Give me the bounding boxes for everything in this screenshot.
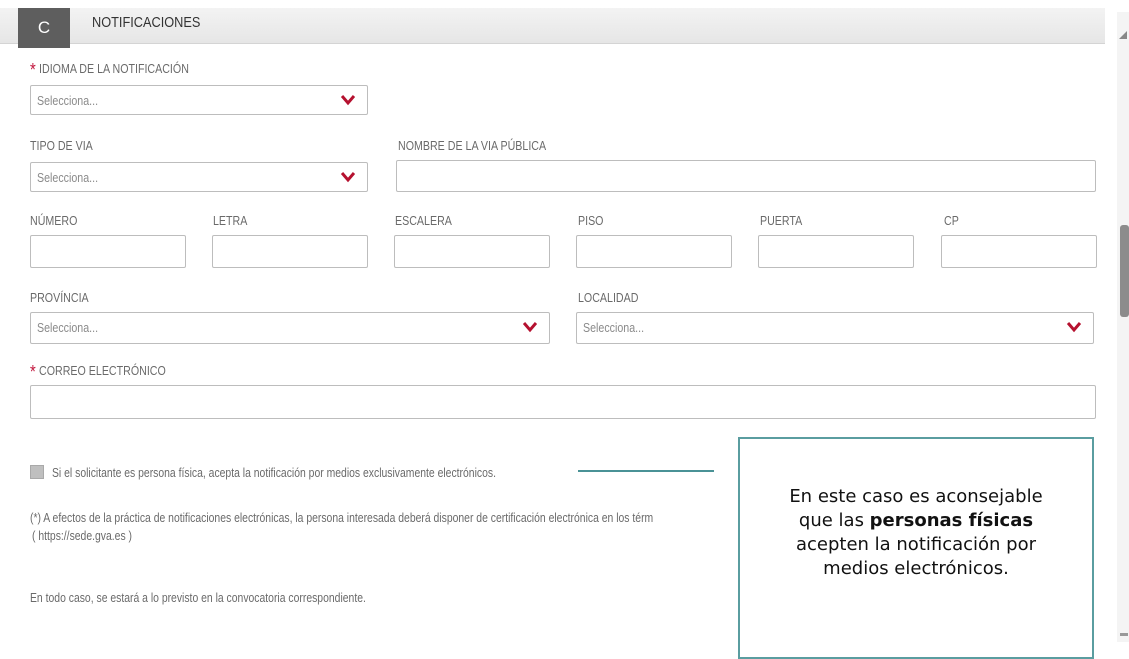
nombre-via-input[interactable] — [396, 160, 1096, 192]
callout-box: En este caso es aconsejable que las pers… — [738, 437, 1094, 659]
cp-input[interactable] — [941, 235, 1097, 268]
piso-input[interactable] — [576, 235, 732, 268]
correo-label: * CORREO ELECTRÓNICO — [30, 362, 166, 383]
general-note: En todo caso, se estará a lo previsto en… — [30, 590, 366, 605]
nombre-via-label: NOMBRE DE LA VIA PÚBLICA — [398, 138, 547, 153]
electronic-note-line2: ( https://sede.gva.es ) — [32, 528, 133, 543]
callout-text-bold: personas físicas — [869, 510, 1034, 531]
provincia-select-value: Selecciona... — [37, 320, 99, 335]
numero-input[interactable] — [30, 235, 186, 268]
idioma-select[interactable]: Selecciona... — [30, 85, 368, 115]
correo-input[interactable] — [30, 385, 1096, 419]
localidad-select-value: Selecciona... — [583, 320, 645, 335]
localidad-select[interactable]: Selecciona... — [576, 312, 1094, 344]
section-title: NOTIFICACIONES — [92, 14, 201, 31]
callout-text-after: acepten la notificación por medios elect… — [795, 534, 1037, 579]
tipo-via-select-value: Selecciona... — [37, 170, 99, 185]
consent-checkbox[interactable] — [30, 465, 44, 479]
chevron-down-icon — [341, 94, 355, 106]
puerta-input[interactable] — [758, 235, 914, 268]
escalera-label: ESCALERA — [395, 213, 452, 228]
localidad-label: LOCALIDAD — [578, 290, 639, 305]
correo-label-text: CORREO ELECTRÓNICO — [39, 363, 166, 378]
cp-label: CP — [944, 213, 959, 228]
chevron-down-icon — [523, 321, 537, 333]
required-asterisk-icon: * — [30, 362, 36, 382]
idioma-label-text: IDIOMA DE LA NOTIFICACIÓN — [39, 61, 189, 76]
required-asterisk-icon: * — [30, 60, 36, 80]
chevron-down-icon — [1067, 321, 1081, 333]
provincia-select[interactable]: Selecciona... — [30, 312, 550, 344]
piso-label: PISO — [578, 213, 604, 228]
section-badge: C — [18, 8, 70, 48]
tipo-via-label: TIPO DE VIA — [30, 138, 93, 153]
chevron-down-icon — [341, 171, 355, 183]
electronic-note-line1: (*) A efectos de la práctica de notifica… — [30, 510, 654, 525]
letra-label: LETRA — [213, 213, 248, 228]
numero-label: NÚMERO — [30, 213, 78, 228]
consent-label: Si el solicitante es persona física, ace… — [52, 465, 496, 480]
letra-input[interactable] — [212, 235, 368, 268]
idioma-select-value: Selecciona... — [37, 93, 99, 108]
provincia-label: PROVÍNCIA — [30, 290, 89, 305]
scroll-up-arrow-icon[interactable] — [1119, 26, 1127, 39]
tipo-via-select[interactable]: Selecciona... — [30, 162, 368, 192]
puerta-label: PUERTA — [760, 213, 803, 228]
callout-connector-line — [578, 470, 714, 472]
scroll-down-arrow-icon[interactable] — [1120, 624, 1128, 636]
escalera-input[interactable] — [394, 235, 550, 268]
idioma-label: * IDIOMA DE LA NOTIFICACIÓN — [30, 60, 189, 81]
callout-text: En este caso es aconsejable que las pers… — [740, 485, 1092, 581]
scrollbar-thumb[interactable] — [1120, 225, 1129, 317]
scrollbar-track[interactable] — [1117, 12, 1129, 642]
